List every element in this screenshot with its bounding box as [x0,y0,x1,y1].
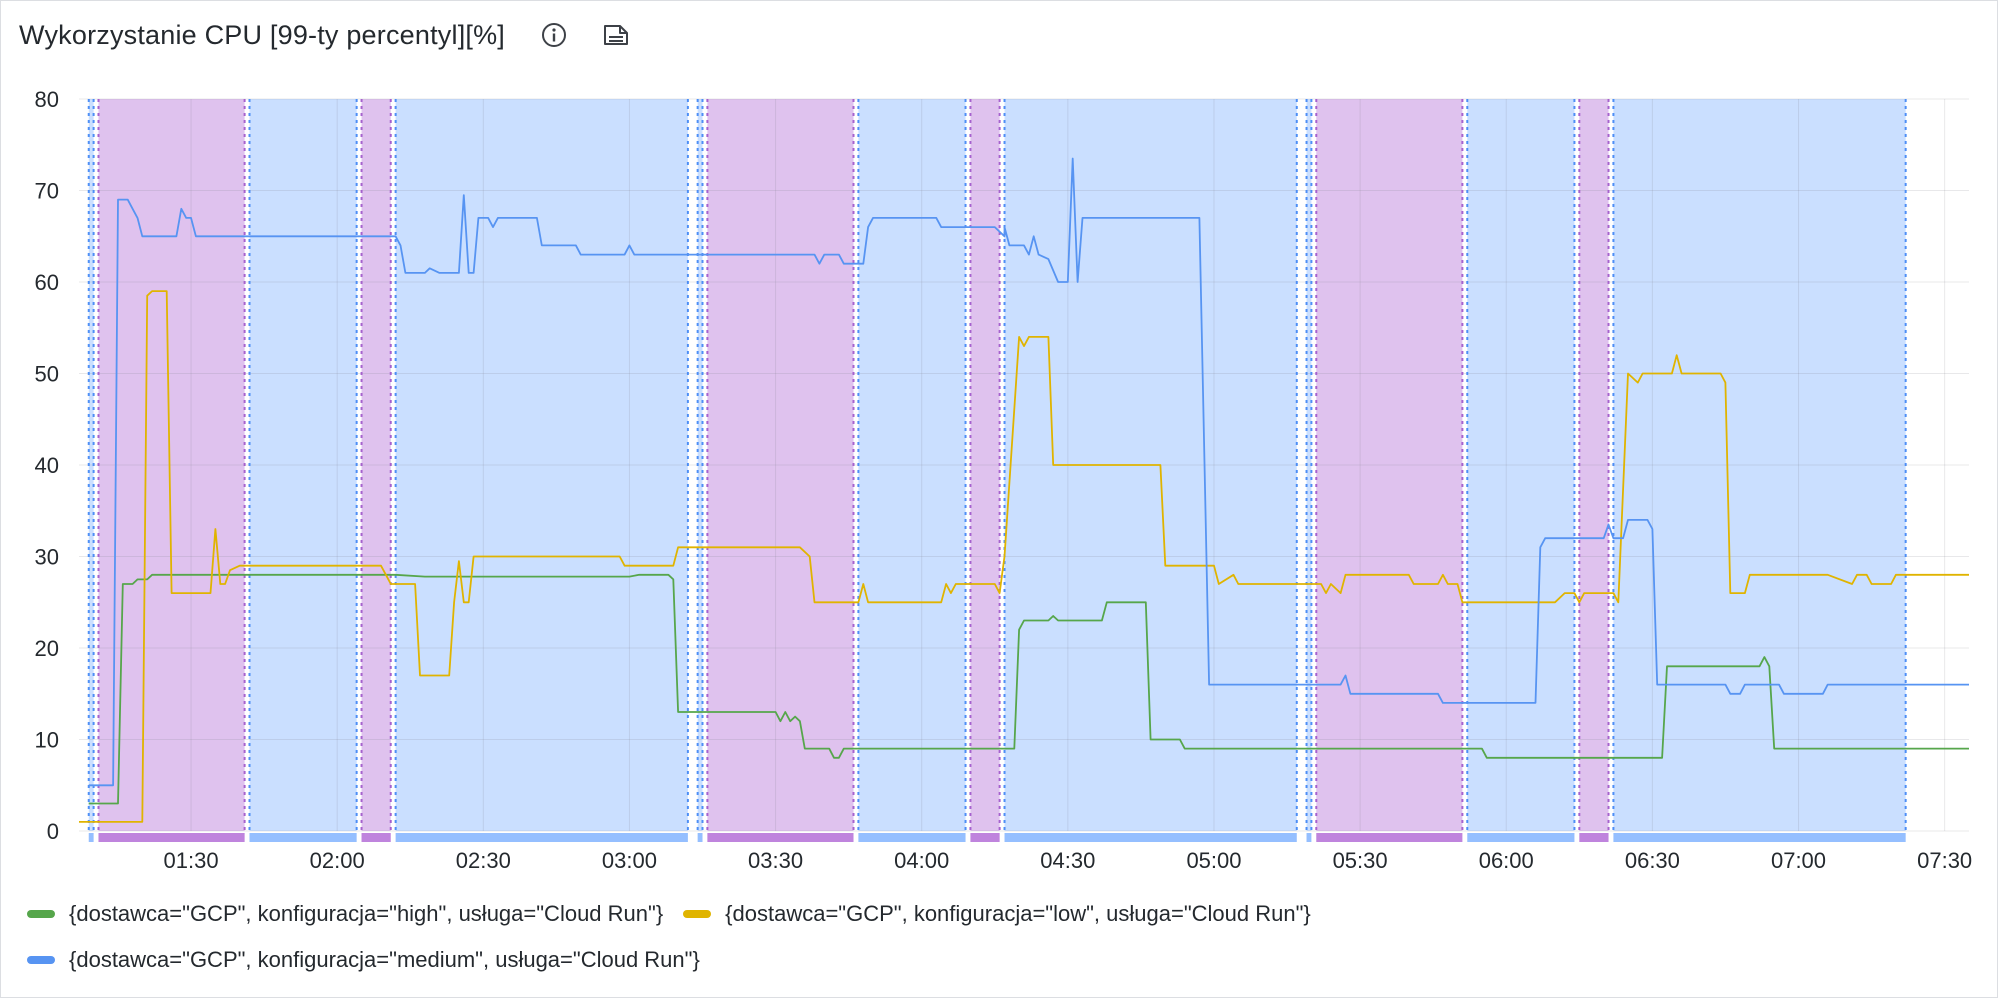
cpu-usage-chart: 0 10 20 30 40 50 60 70 80 01:30 02:00 02:30 03:00 03:… [35,87,1973,873]
y-tick-label: 70 [35,179,59,204]
legend-row: {dostawca="GCP", konfiguracja="high", us… [27,891,1967,937]
legend-item-high[interactable]: {dostawca="GCP", konfiguracja="high", us… [27,901,663,927]
x-tick-label: 05:00 [1186,848,1241,873]
annotation-marker [395,833,688,842]
annotation-marker [697,833,703,842]
legend-label-high: {dostawca="GCP", konfiguracja="high", us… [69,901,664,926]
y-tick-label: 60 [35,270,59,295]
legend-label-medium: {dostawca="GCP", konfiguracja="medium", … [69,947,700,972]
legend-label-low: {dostawca="GCP", konfiguracja="low", usł… [725,901,1311,926]
y-tick-label: 40 [35,453,59,478]
x-tick-label: 03:30 [748,848,803,873]
chart-legend: {dostawca="GCP", konfiguracja="high", us… [27,891,1967,983]
x-tick-label: 04:30 [1040,848,1095,873]
annotation-marker [858,833,966,842]
legend-swatch-low [683,910,712,918]
annotation-marker [1467,833,1575,842]
y-tick-label: 80 [35,87,59,112]
x-tick-label: 05:30 [1333,848,1388,873]
annotation-marker [361,833,391,842]
legend-swatch-medium [27,956,55,964]
x-tick-label: 01:30 [164,848,219,873]
annotation-marker [249,833,357,842]
x-tick-label: 06:00 [1479,848,1534,873]
chart-panel: Wykorzystanie CPU [99-ty percentyl][%] 0… [0,0,1998,998]
x-tick-label: 03:00 [602,848,657,873]
x-tick-label: 04:00 [894,848,949,873]
x-tick-label: 07:00 [1771,848,1826,873]
y-tick-label: 30 [35,545,59,570]
x-tick-label: 06:30 [1625,848,1680,873]
legend-row: {dostawca="GCP", konfiguracja="medium", … [27,937,1967,983]
annotation-marker [707,833,854,842]
x-tick-label: 02:00 [310,848,365,873]
x-tick-label: 02:30 [456,848,511,873]
x-tick-label: 07:30 [1917,848,1972,873]
legend-swatch-high [27,910,55,918]
annotation-marker [970,833,1000,842]
y-tick-label: 0 [47,819,59,844]
annotation-marker [1613,833,1906,842]
y-tick-label: 10 [35,728,59,753]
annotation-marker [1579,833,1609,842]
y-tick-label: 20 [35,636,59,661]
annotation-marker [88,833,94,842]
y-tick-label: 50 [35,362,59,387]
legend-item-medium[interactable]: {dostawca="GCP", konfiguracja="medium", … [27,947,700,973]
annotation-marker [98,833,245,842]
annotation-marker [1316,833,1463,842]
annotation-marker [1306,833,1312,842]
annotation-marker [1004,833,1297,842]
legend-item-low[interactable]: {dostawca="GCP", konfiguracja="low", usł… [683,901,1311,927]
